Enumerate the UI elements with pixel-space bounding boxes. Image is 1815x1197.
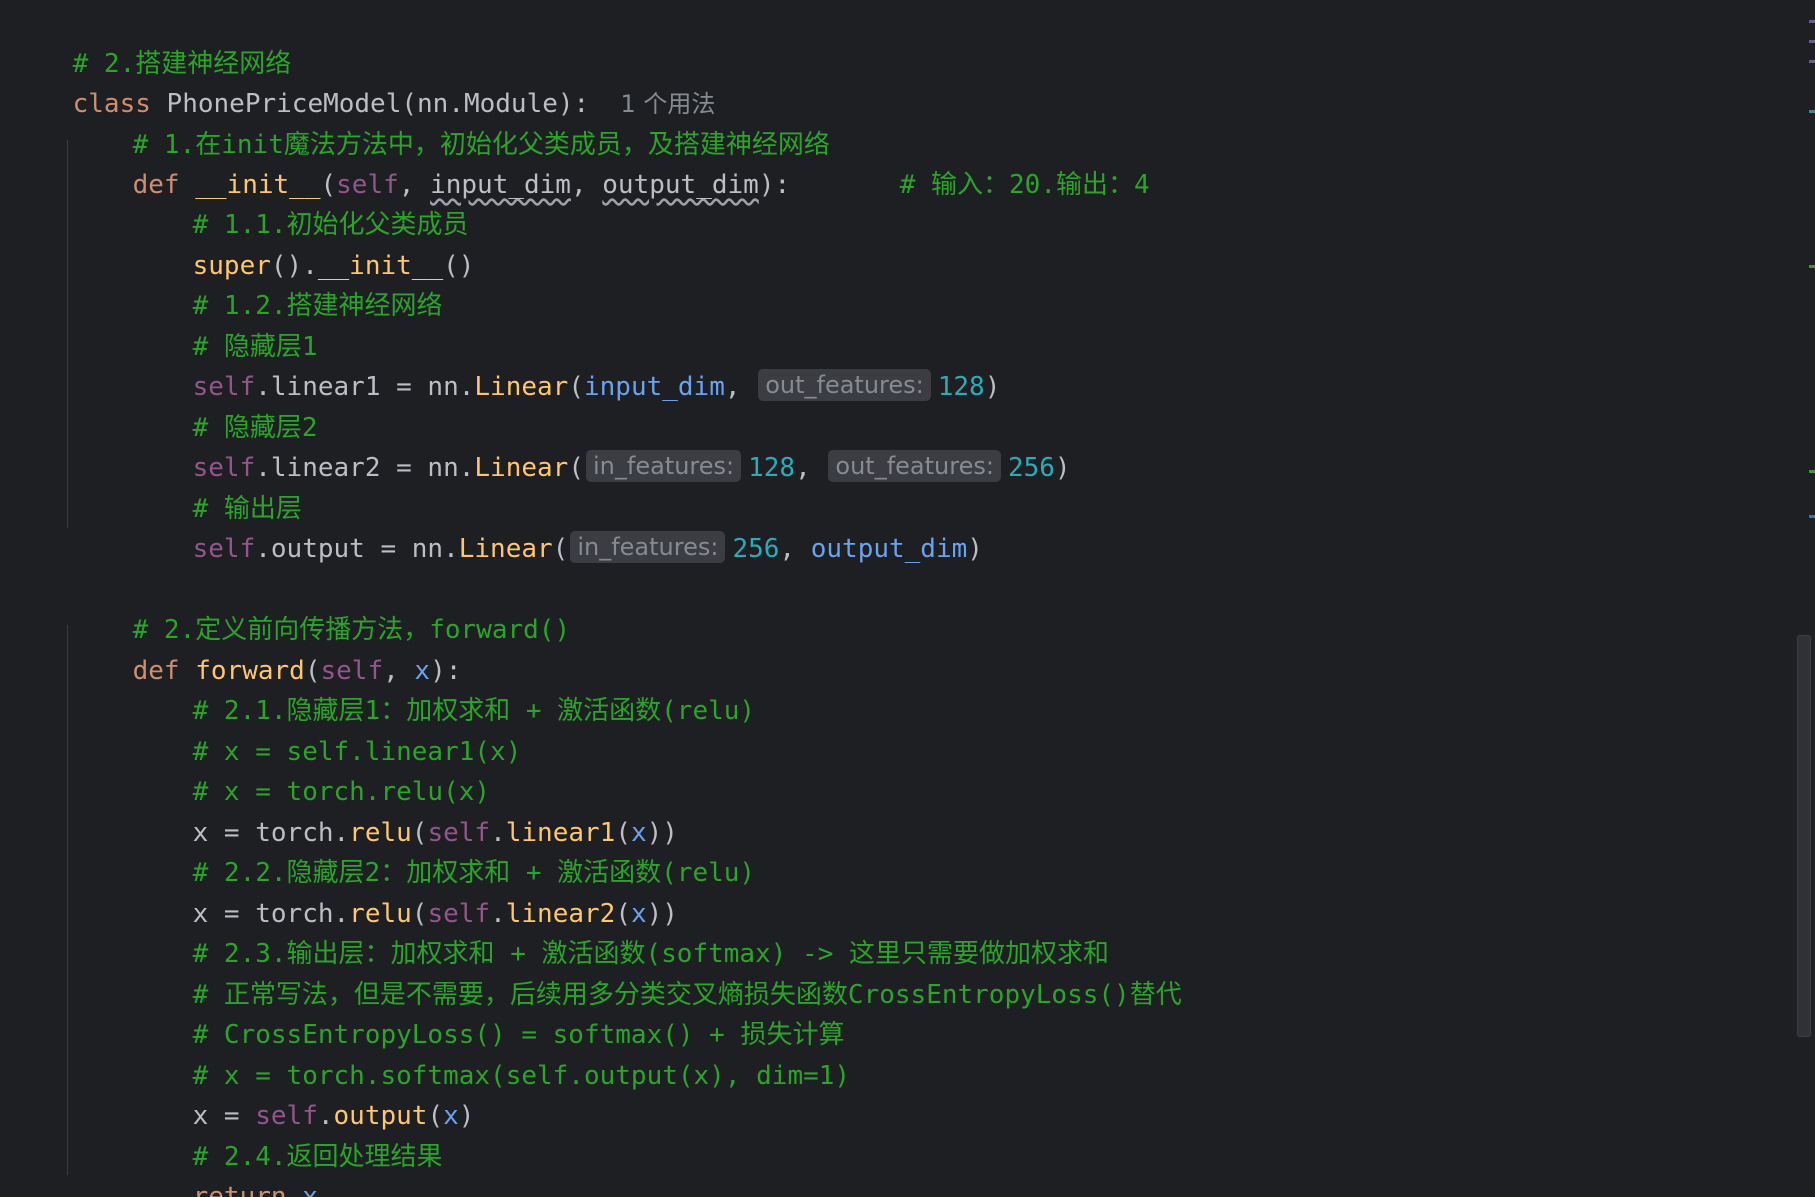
error-stripe-marker[interactable]	[1809, 265, 1815, 268]
paren: )	[967, 534, 983, 564]
indent-guide	[67, 625, 68, 1175]
separator: ,	[570, 170, 603, 200]
code-line-1[interactable]: # 2.搭建神经网络	[10, 4, 292, 79]
paren: )	[1054, 453, 1071, 483]
code-line-3[interactable]: # 1.在init魔法方法中，初始化父类成员，及搭建神经网络	[70, 85, 830, 160]
attr-assign: .output = nn.	[255, 534, 459, 564]
code-line-20[interactable]: x = torch.relu(self.linear1(x))	[130, 773, 678, 848]
code-line-11[interactable]: self.linear2 = nn.Linear(in_features: 128…	[130, 408, 1071, 483]
error-stripe-marker[interactable]	[1809, 470, 1815, 473]
code-line-4[interactable]: def __init__(self, input_dim, output_dim…	[70, 125, 1150, 200]
inlay-hint: out_features:	[758, 369, 931, 401]
code-line-16[interactable]: def forward(self, x):	[70, 611, 462, 686]
code-line-26[interactable]: # x = torch.softmax(self.output(x), dim=…	[130, 1016, 850, 1091]
error-stripe-marker[interactable]	[1809, 60, 1815, 63]
error-stripe-marker[interactable]	[1809, 20, 1815, 23]
param-output-dim: output_dim	[602, 170, 759, 200]
paren: ()	[443, 251, 475, 281]
error-stripe-marker[interactable]	[1809, 40, 1815, 43]
paren: (	[568, 372, 584, 402]
code-line-28[interactable]: # 2.4.返回处理结果	[130, 1097, 443, 1172]
code-line-5[interactable]: # 1.1.初始化父类成员	[130, 165, 469, 240]
code-line-22[interactable]: x = torch.relu(self.linear2(x))	[130, 854, 678, 929]
inlay-hint: in_features:	[570, 531, 726, 563]
indent-guide	[67, 140, 68, 528]
arg-output-dim: output_dim	[810, 534, 968, 564]
arg-input-dim: input_dim	[583, 372, 725, 402]
code-line-25[interactable]: # CrossEntropyLoss() = softmax() + 损失计算	[130, 975, 845, 1050]
keyword-return: return	[192, 1182, 287, 1197]
separator: ,	[724, 372, 757, 402]
code-line-23[interactable]: # 2.3.输出层：加权求和 + 激活函数(softmax) -> 这里只需要做…	[130, 894, 1109, 969]
call-linear: Linear	[458, 534, 553, 564]
inlay-hint: out_features:	[828, 450, 1001, 482]
code-line-18[interactable]: # x = self.linear1(x)	[130, 692, 522, 767]
code-line-24[interactable]: # 正常写法，但是不需要，后续用多分类交叉熵损失函数CrossEntropyLo…	[130, 935, 1182, 1010]
code-line-17[interactable]: # 2.1.隐藏层1：加权求和 + 激活函数(relu)	[130, 651, 755, 726]
code-line-13[interactable]: self.output = nn.Linear(in_features: 256,…	[130, 489, 983, 564]
call-linear: Linear	[474, 453, 569, 483]
paren: )	[984, 372, 1001, 402]
separator: ,	[795, 453, 827, 483]
number: 128	[748, 453, 796, 483]
code-line-15[interactable]: # 2.定义前向传播方法，forward()	[70, 570, 571, 645]
paren: ):	[758, 170, 791, 200]
paren: (	[568, 453, 584, 483]
code-editor[interactable]: # 2.搭建神经网络 class PhonePriceModel(nn.Modu…	[0, 0, 1815, 1197]
separator: ,	[779, 534, 811, 564]
code-line-9[interactable]: self.linear1 = nn.Linear(input_dim, out_…	[130, 327, 1000, 402]
paren: (	[552, 534, 569, 564]
number: 128	[937, 372, 985, 402]
code-line-6[interactable]: super().__init__()	[130, 206, 475, 281]
var-x: x	[286, 1182, 318, 1197]
comment: # 输入：20.输出：4	[899, 170, 1150, 200]
code-line-7[interactable]: # 1.2.搭建神经网络	[130, 246, 443, 321]
inlay-hint: in_features:	[585, 450, 742, 482]
vertical-scrollbar[interactable]	[1795, 0, 1815, 1197]
code-line-2[interactable]: class PhonePriceModel(nn.Module): 1 个用法	[10, 44, 716, 119]
error-stripe-marker[interactable]	[1809, 110, 1815, 113]
paren: )	[458, 1101, 475, 1131]
code-line-27[interactable]: x = self.output(x)	[130, 1056, 475, 1131]
code-line-10[interactable]: # 隐藏层2	[130, 368, 318, 443]
var-x: x	[443, 1101, 459, 1131]
number: 256	[1007, 453, 1055, 483]
scrollbar-thumb[interactable]	[1797, 635, 1811, 1037]
code-line-8[interactable]: # 隐藏层1	[130, 287, 318, 362]
call-linear: Linear	[474, 372, 569, 402]
number: 256	[732, 534, 780, 564]
code-line-21[interactable]: # 2.2.隐藏层2：加权求和 + 激活函数(relu)	[130, 813, 755, 888]
code-line-12[interactable]: # 输出层	[130, 449, 302, 524]
error-stripe-marker[interactable]	[1809, 515, 1815, 518]
code-line-29[interactable]: return x	[130, 1137, 318, 1197]
self-keyword: self	[192, 534, 256, 564]
code-line-19[interactable]: # x = torch.relu(x)	[130, 732, 490, 807]
